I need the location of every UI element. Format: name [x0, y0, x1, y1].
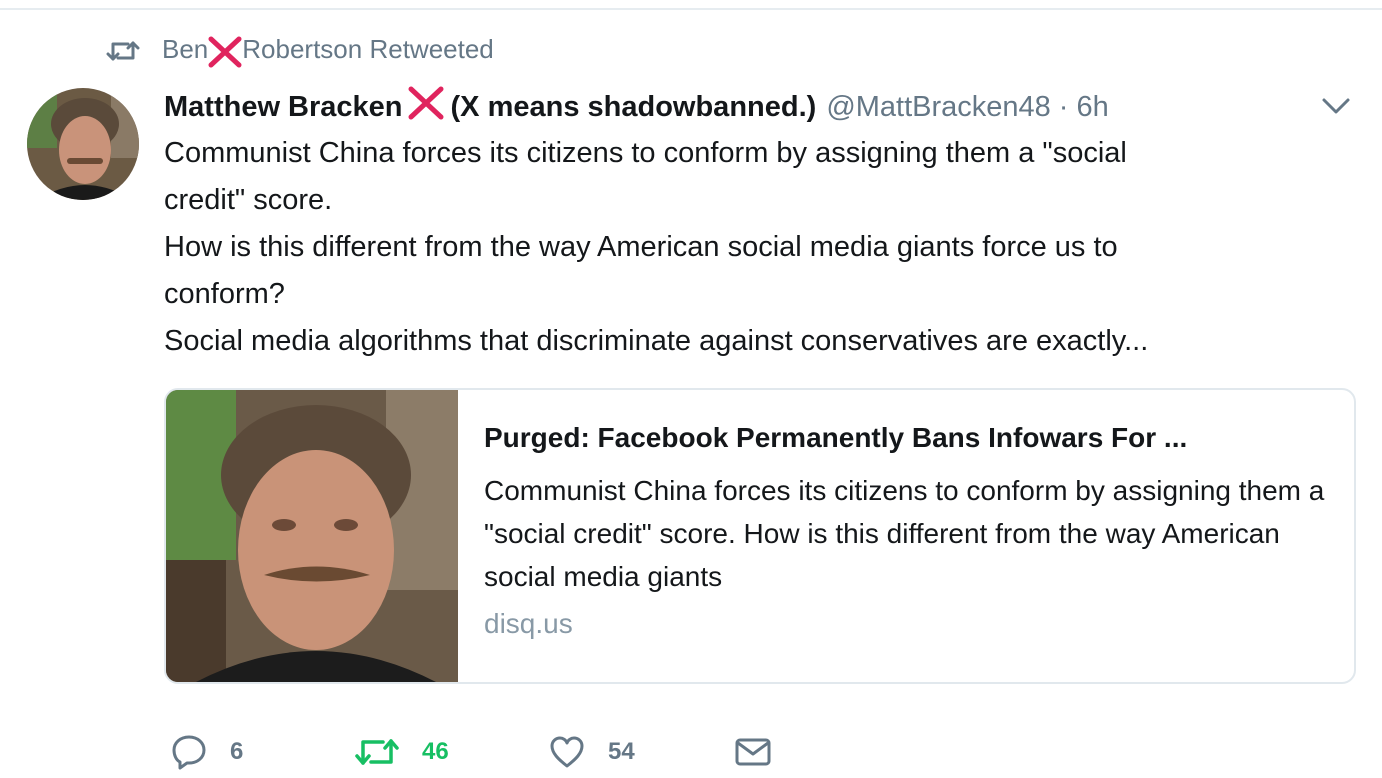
- retweet-button[interactable]: 46: [354, 730, 449, 774]
- header-separator: ·: [1058, 90, 1069, 123]
- tweet-text-line: credit" score.: [164, 184, 333, 216]
- top-divider: [0, 8, 1382, 10]
- retweeted-label: Retweeted: [369, 34, 494, 65]
- tweet-text-line: conform?: [164, 278, 285, 310]
- retweeter-last-name: Robertson: [242, 34, 363, 65]
- like-count: 54: [608, 738, 635, 765]
- card-description: Communist China forces its citizens to c…: [484, 475, 1325, 592]
- direct-message-icon: [735, 738, 771, 766]
- direct-message-button[interactable]: [734, 730, 794, 774]
- retweet-icon: [106, 39, 140, 63]
- reply-count: 6: [230, 738, 244, 765]
- avatar[interactable]: [27, 88, 139, 200]
- x-mark-icon: [407, 85, 445, 129]
- retweet-count: 46: [422, 738, 449, 765]
- tweet-text-line: Communist China forces its citizens to c…: [164, 137, 1127, 169]
- card-title: Purged: Facebook Permanently Bans Infowa…: [484, 422, 1188, 453]
- card-domain: disq.us: [484, 608, 573, 639]
- action-bar: 6 46 54: [0, 730, 1382, 774]
- author-handle[interactable]: @MattBracken48: [826, 91, 1050, 124]
- reply-button[interactable]: 6: [170, 730, 243, 774]
- link-card[interactable]: Purged: Facebook Permanently Bans Infowa…: [164, 388, 1356, 684]
- retweet-context: Ben Robertson Retweeted: [106, 33, 494, 69]
- tweet-timestamp[interactable]: 6h: [1076, 91, 1108, 124]
- reply-icon: [172, 735, 206, 770]
- retweet-icon: [355, 739, 399, 765]
- x-mark-icon: [208, 36, 242, 68]
- tweet-text-line: Social media algorithms that discriminat…: [164, 325, 1149, 357]
- tweet-header: Matthew Bracken (X means shadowbanned.) …: [164, 86, 1109, 128]
- tweet-text-line: How is this different from the way Ameri…: [164, 231, 1118, 263]
- tweet-text: Communist China forces its citizens to c…: [164, 130, 1344, 365]
- like-button[interactable]: 54: [548, 730, 635, 774]
- author-name[interactable]: Matthew Bracken: [164, 91, 403, 124]
- like-icon: [550, 736, 584, 768]
- card-text: Purged: Facebook Permanently Bans Infowa…: [484, 418, 1334, 640]
- retweeter-name[interactable]: Ben Robertson Retweeted: [162, 34, 494, 68]
- chevron-down-icon[interactable]: [1320, 94, 1352, 118]
- author-name-suffix[interactable]: (X means shadowbanned.): [451, 91, 817, 124]
- card-image: [166, 390, 458, 682]
- retweeter-first-name: Ben: [162, 34, 209, 65]
